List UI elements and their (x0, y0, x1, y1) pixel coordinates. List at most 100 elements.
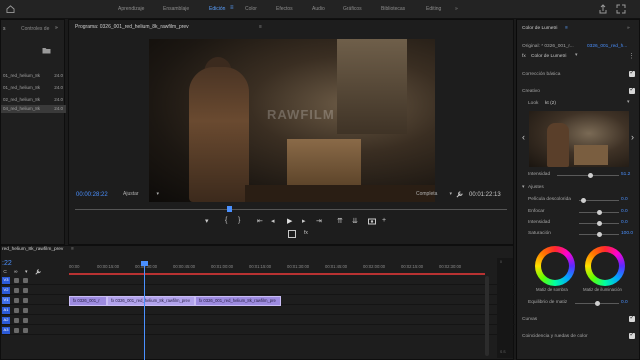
track-a2[interactable]: A2 (1, 316, 515, 325)
effect-controls-tab[interactable]: Controles de (21, 26, 49, 32)
section-curves[interactable]: Curvas (522, 317, 537, 322)
slider-knob[interactable] (597, 221, 602, 226)
section-color-wheels[interactable]: Coincidencia y ruedas de color (522, 334, 588, 339)
work-area-bar[interactable] (69, 273, 485, 275)
track-label[interactable]: V1 (2, 297, 10, 304)
creative-checkbox[interactable] (629, 86, 635, 94)
track-a1[interactable]: A1 (1, 306, 515, 315)
more-options-icon[interactable]: ⋮ (628, 52, 635, 60)
fx-toggle-icon[interactable]: fx (304, 230, 308, 236)
workspace-menu-icon[interactable]: ≡ (230, 5, 234, 11)
workspace-tab-color[interactable]: Color (245, 6, 257, 12)
adjustments-chevron-icon[interactable]: ▾ (522, 185, 524, 190)
adjustment-value[interactable]: 100.0 (621, 231, 633, 236)
color-wheels-checkbox[interactable] (629, 331, 635, 339)
eye-icon[interactable] (23, 288, 28, 293)
zoom-select[interactable]: Ajustar ▾ (123, 191, 159, 199)
adjustment-slider[interactable] (579, 221, 619, 226)
timeline-vertical-scrollbar[interactable] (485, 276, 489, 356)
meter-solo-labels[interactable]: S S (500, 350, 506, 354)
snap-icon[interactable]: ⊂ (3, 269, 7, 275)
section-adjustments[interactable]: Ajustes (528, 185, 544, 190)
mute-icon[interactable] (23, 318, 28, 323)
lock-icon[interactable] (14, 288, 19, 293)
program-menu-icon[interactable]: ≡ (259, 24, 262, 30)
slider-knob[interactable] (595, 301, 600, 306)
track-v3[interactable]: V3 (1, 276, 515, 285)
mute-icon[interactable] (23, 308, 28, 313)
workspace-tab-bibliotecas[interactable]: Bibliotecas (381, 6, 405, 12)
lock-icon[interactable] (14, 278, 19, 283)
home-icon[interactable] (6, 5, 15, 13)
safe-margins-icon[interactable] (288, 230, 296, 238)
panel-overflow-icon[interactable]: » (627, 26, 630, 31)
adjustment-value[interactable]: 0.0 (621, 209, 628, 214)
link-icon[interactable]: ∞ (14, 269, 18, 275)
slider-knob[interactable] (597, 210, 602, 215)
marker-icon[interactable]: ▾ (205, 217, 209, 225)
video-frame[interactable]: RAWFILM (149, 39, 435, 202)
go-to-out-icon[interactable]: ⇥ (316, 217, 322, 225)
mark-out-icon[interactable]: } (238, 217, 240, 224)
list-item[interactable]: 04_red_helium_8k 24.0 (1, 105, 66, 113)
eye-icon[interactable] (23, 278, 28, 283)
step-back-icon[interactable]: ◂ (271, 217, 275, 225)
program-monitor-title[interactable]: Programa: 0326_001_red_helium_8k_rawfilm… (75, 24, 189, 30)
section-basic-correction[interactable]: Corrección básica (522, 72, 560, 77)
chevron-right-icon[interactable]: › (631, 132, 634, 142)
effect-select[interactable]: Color de Lumetri (531, 54, 566, 59)
scrubber-playhead[interactable] (227, 206, 232, 212)
tint-balance-slider[interactable] (575, 301, 619, 306)
intensity-value[interactable]: 51.2 (621, 172, 630, 177)
timeline-timecode[interactable]: :22 (2, 260, 12, 267)
wrench-icon[interactable] (35, 269, 41, 275)
timeline-playhead-handle[interactable] (141, 261, 148, 266)
mark-in-icon[interactable]: { (225, 217, 227, 224)
lock-icon[interactable] (14, 318, 19, 323)
slider-knob[interactable] (597, 232, 602, 237)
timeline-clip[interactable]: fx 0326_001_r (69, 296, 107, 306)
slider-knob[interactable] (581, 198, 586, 203)
workspace-overflow-icon[interactable]: » (455, 6, 458, 12)
chevron-left-icon[interactable]: ‹ (522, 132, 525, 142)
button-editor-icon[interactable]: + (382, 217, 386, 224)
project-tab[interactable]: s (3, 26, 6, 32)
look-preview-thumbnail[interactable] (529, 111, 629, 167)
highlight-tint-wheel[interactable] (585, 246, 625, 286)
lock-icon[interactable] (14, 298, 19, 303)
timeline-clip[interactable]: fx 0326_001_red_helium_8k_rawfilm_pre (195, 296, 281, 306)
curves-checkbox[interactable] (629, 314, 635, 322)
lift-icon[interactable]: ⇈ (337, 217, 343, 225)
lumetri-menu-icon[interactable]: ≡ (565, 26, 568, 31)
go-to-in-icon[interactable]: ⇤ (257, 217, 263, 225)
play-icon[interactable]: ▶ (287, 217, 292, 225)
lock-icon[interactable] (14, 308, 19, 313)
new-bin-icon[interactable] (42, 47, 51, 54)
shadow-tint-wheel[interactable] (535, 246, 575, 286)
add-marker-icon[interactable]: ▾ (25, 269, 28, 275)
mute-icon[interactable] (23, 328, 28, 333)
share-icon[interactable] (598, 4, 608, 14)
workspace-tab-aprendizaje[interactable]: Aprendizaje (118, 6, 144, 12)
list-item[interactable]: 01_red_helium_8k 24.0 (1, 72, 66, 80)
tint-balance-value[interactable]: 0.0 (621, 300, 628, 305)
workspace-tab-ensamblaje[interactable]: Ensamblaje (163, 6, 189, 12)
timeline-clip[interactable]: fx 0326_001_red_helium_8k_rawfilm_prev (107, 296, 195, 306)
lock-icon[interactable] (14, 328, 19, 333)
track-label[interactable]: V2 (2, 287, 10, 294)
adjustment-value[interactable]: 0.0 (621, 220, 628, 225)
intensity-slider[interactable] (557, 173, 619, 178)
playhead-timecode[interactable]: 00:00:28:22 (76, 192, 108, 198)
timeline-playhead-line[interactable] (144, 261, 145, 360)
track-label[interactable]: A1 (2, 307, 10, 314)
sequence-menu-icon[interactable]: ≡ (71, 247, 74, 252)
adjustment-slider[interactable] (579, 198, 619, 203)
camera-icon[interactable] (368, 217, 376, 225)
section-creative[interactable]: Creativo (522, 89, 540, 94)
workspace-tab-edicion[interactable]: Edición (209, 6, 225, 12)
list-item[interactable]: 02_red_helium_8k 24.0 (1, 96, 66, 104)
track-a3[interactable]: A3 (1, 326, 515, 335)
wrench-icon[interactable] (456, 191, 463, 198)
program-scrubber[interactable] (75, 206, 507, 212)
sequence-clip-link[interactable]: 0326_001_red_h... (587, 44, 627, 49)
